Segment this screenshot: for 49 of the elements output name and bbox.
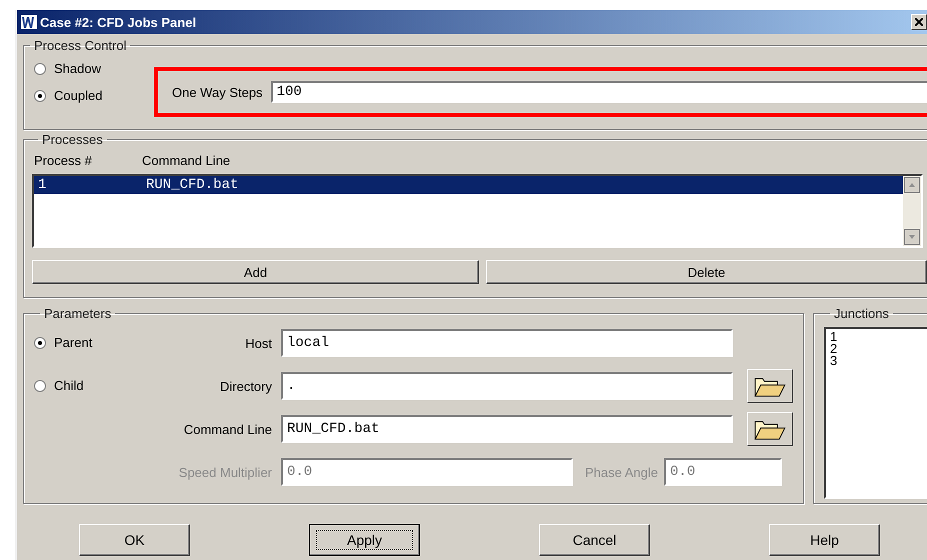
column-header: Command Line [142, 153, 230, 168]
dialog-button[interactable]: OK [79, 524, 190, 556]
field-label: Phase Angle [585, 464, 658, 480]
radio-button[interactable] [34, 90, 46, 102]
group-label: Process Control [33, 38, 128, 53]
scroll-down-button[interactable] [904, 229, 920, 245]
input-field[interactable]: local [281, 329, 733, 357]
column-header: Process # [34, 153, 93, 168]
list-row[interactable]: 1 RUN_CFD.bat [34, 176, 903, 194]
table-cell: RUN_CFD.bat [146, 177, 238, 193]
radio-option[interactable]: Shadow [34, 61, 154, 76]
radio-option[interactable]: Child [34, 378, 144, 393]
input-field[interactable]: RUN_CFD.bat [281, 415, 733, 443]
field-label: Directory [218, 378, 272, 394]
group-label: Junctions [833, 306, 890, 321]
scrollbar[interactable] [903, 176, 921, 246]
dialog-button[interactable]: Cancel [539, 524, 650, 556]
group-label: Parameters [43, 306, 112, 321]
close-button[interactable] [911, 14, 927, 30]
radio-button[interactable] [34, 380, 46, 392]
dialog-button[interactable]: Add [32, 260, 479, 284]
input-field[interactable]: 100 [270, 81, 927, 103]
list-item[interactable]: 3 [830, 355, 926, 367]
list-item[interactable]: 1 [830, 331, 926, 343]
field-label: Host [244, 336, 272, 350]
app-icon [21, 15, 37, 29]
scroll-up-button[interactable] [904, 177, 920, 193]
window-title: Case #2: CFD Jobs Panel [40, 14, 198, 30]
radio-label: Shadow [54, 61, 101, 76]
table-cell-text: 1 [38, 177, 48, 193]
group-label: Processes [41, 132, 104, 147]
radio-option[interactable]: Parent [34, 335, 144, 350]
dialog-button[interactable]: Delete [486, 260, 927, 284]
browse-button[interactable] [747, 412, 793, 446]
browse-button[interactable] [747, 369, 793, 403]
close-icon [915, 18, 923, 26]
radio-label: Parent [54, 335, 92, 350]
list-item[interactable]: 2 [830, 343, 926, 355]
dialog-button[interactable]: Apply [309, 524, 420, 556]
dialog-button[interactable]: Help [769, 524, 880, 556]
field-label: One Way Steps [172, 84, 263, 100]
radio-label: Child [54, 378, 84, 393]
field-label: Command Line [182, 422, 272, 436]
radio-option[interactable]: Coupled [34, 88, 154, 103]
radio-button[interactable] [34, 62, 46, 74]
field-label: Speed Multiplier [178, 464, 272, 480]
radio-button[interactable] [34, 336, 46, 348]
input-field[interactable]: . [281, 372, 733, 400]
radio-label: Coupled [54, 88, 102, 103]
